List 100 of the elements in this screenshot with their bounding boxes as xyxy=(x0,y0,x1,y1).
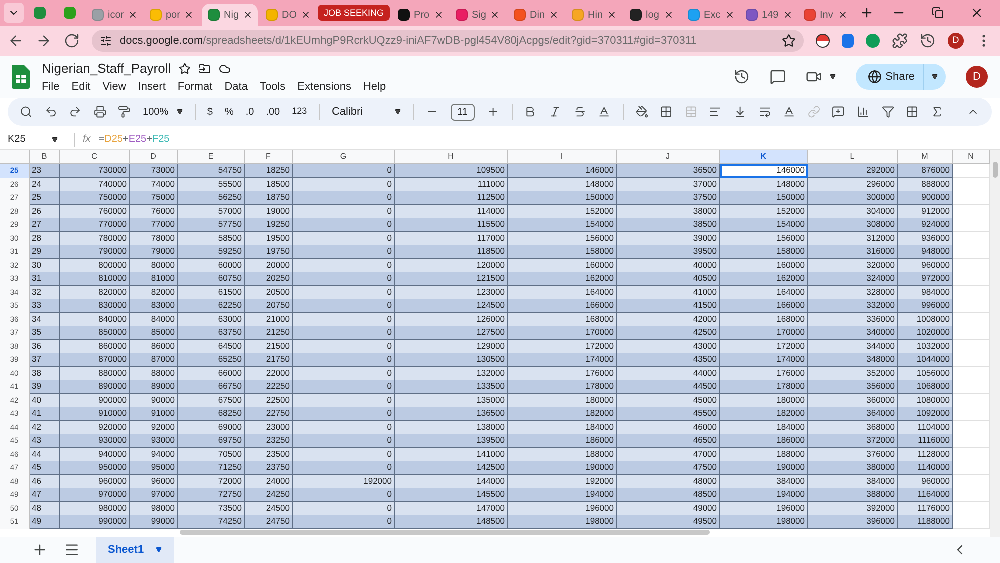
menu-item[interactable]: File xyxy=(42,78,60,95)
close-icon[interactable] xyxy=(724,10,735,20)
browser-tab[interactable]: Exc xyxy=(682,4,738,26)
all-sheets-icon[interactable] xyxy=(64,542,80,558)
paint-format-icon[interactable] xyxy=(118,104,132,120)
menu-item[interactable]: View xyxy=(102,78,126,95)
currency-button[interactable]: $ xyxy=(207,104,213,120)
new-tab-icon[interactable] xyxy=(860,6,874,20)
table-cell: 380000 xyxy=(808,461,898,475)
zoom-dropdown[interactable]: 100% xyxy=(143,104,183,120)
sheet-tab[interactable]: Sheet1 xyxy=(96,537,174,563)
menu-item[interactable]: Data xyxy=(224,78,248,95)
table-cell: 85000 xyxy=(130,326,178,340)
browser-tab[interactable]: Nig xyxy=(202,4,258,26)
table-cell: 33 xyxy=(30,299,60,313)
close-icon[interactable] xyxy=(970,6,984,20)
table-icon[interactable] xyxy=(906,104,919,120)
version-history-icon[interactable] xyxy=(734,69,750,85)
close-icon[interactable] xyxy=(184,10,194,20)
browser-tab[interactable]: log xyxy=(624,4,680,26)
vertical-align-icon[interactable] xyxy=(734,104,747,120)
filter-icon[interactable] xyxy=(882,104,894,120)
browser-tab[interactable]: DO xyxy=(260,4,316,26)
close-icon[interactable] xyxy=(301,10,311,20)
close-icon[interactable] xyxy=(549,10,560,20)
formula-field[interactable]: =D25+E25+F25 xyxy=(98,132,1000,147)
name-box[interactable]: K25 xyxy=(0,132,66,147)
menu-item[interactable]: Tools xyxy=(260,78,286,95)
comment-icon[interactable] xyxy=(770,69,786,85)
column-header[interactable]: F xyxy=(245,150,293,163)
column-header[interactable]: I xyxy=(508,150,617,163)
forward-icon[interactable] xyxy=(36,33,52,49)
close-icon[interactable] xyxy=(838,10,848,20)
close-icon[interactable] xyxy=(434,10,444,20)
table-cell: 0 xyxy=(293,340,395,354)
spreadsheet-logo[interactable] xyxy=(12,65,30,89)
browser-tab[interactable]: Din xyxy=(508,4,564,26)
table-cell: 83000 xyxy=(130,299,178,313)
extensions-icon[interactable] xyxy=(892,33,908,49)
column-header[interactable]: G xyxy=(293,150,395,163)
menu-item[interactable]: Edit xyxy=(72,78,91,95)
fill-color-icon[interactable] xyxy=(636,104,648,120)
vertical-scrollbar[interactable] xyxy=(992,162,998,178)
close-icon[interactable] xyxy=(607,10,618,20)
horizontal-scrollbar[interactable] xyxy=(180,530,710,535)
extension-icon[interactable] xyxy=(816,34,830,48)
borders-icon[interactable] xyxy=(660,104,673,120)
increase-decimal-button[interactable]: .00 xyxy=(266,104,280,120)
search-icon[interactable] xyxy=(20,104,33,120)
column-header[interactable]: L xyxy=(808,150,898,163)
table-cell: 30 xyxy=(30,258,60,272)
font-size-field[interactable]: 11 xyxy=(450,104,475,120)
table-cell: 860000 xyxy=(60,340,130,354)
tab-group-label[interactable]: JOB SEEKING xyxy=(318,5,390,21)
browser-tab[interactable]: Inv xyxy=(798,4,854,26)
address-bar[interactable]: docs.google.com/spreadsheets/d/1kEUmhgP9RcrkUQzz9-iniAF7wDB-pgl454V80jAcpgs/edit?gid=370311#gid=370311 xyxy=(92,30,804,52)
column-header[interactable]: H xyxy=(395,150,508,163)
menu-item[interactable]: Insert xyxy=(138,78,166,95)
browser-tab[interactable]: Sig xyxy=(450,4,506,26)
close-icon[interactable] xyxy=(782,10,793,20)
close-icon[interactable] xyxy=(128,10,138,20)
column-header[interactable]: D xyxy=(130,150,178,163)
browser-tab[interactable]: 149 xyxy=(740,4,796,26)
profile-avatar[interactable]: D xyxy=(948,33,964,49)
number-format-button[interactable]: 123 xyxy=(292,105,308,119)
column-header[interactable]: M xyxy=(898,150,953,163)
restore-icon[interactable] xyxy=(932,7,944,19)
site-icon xyxy=(266,9,278,21)
browser-tab[interactable]: icor xyxy=(86,4,142,26)
comment-icon[interactable] xyxy=(832,104,845,120)
column-header[interactable]: E xyxy=(178,150,245,163)
back-icon[interactable] xyxy=(8,33,24,49)
chart-icon[interactable] xyxy=(857,104,870,120)
print-icon[interactable] xyxy=(94,104,106,120)
font-dropdown[interactable]: Calibri xyxy=(332,104,402,120)
menu-item[interactable]: Extensions xyxy=(298,78,352,95)
close-icon[interactable] xyxy=(490,10,500,20)
browser-tab[interactable]: por xyxy=(144,4,200,26)
close-icon[interactable] xyxy=(664,10,674,20)
table-cell: 21500 xyxy=(245,340,293,354)
decrease-decimal-button[interactable]: .0 xyxy=(246,104,254,120)
document-title[interactable]: Nigerian_Staff_Payroll xyxy=(42,59,172,78)
percent-button[interactable]: % xyxy=(224,104,234,120)
column-header[interactable]: K xyxy=(720,150,808,163)
caret-icon xyxy=(176,109,183,115)
menu-item[interactable]: Format xyxy=(178,78,213,95)
tab-search-button[interactable] xyxy=(4,3,24,23)
column-header[interactable]: B xyxy=(30,150,60,163)
reload-icon[interactable] xyxy=(64,33,80,49)
menu-item[interactable]: Help xyxy=(363,78,386,95)
history-icon[interactable] xyxy=(920,33,936,49)
account-avatar[interactable]: D xyxy=(966,66,988,88)
table-cell: 888000 xyxy=(898,178,953,192)
browser-tab[interactable]: Pro xyxy=(392,4,448,26)
table-cell: 152000 xyxy=(508,204,617,218)
add-sheet-icon[interactable] xyxy=(32,542,48,558)
caret-icon[interactable] xyxy=(830,74,836,80)
close-icon[interactable] xyxy=(243,10,254,20)
column-header[interactable]: C xyxy=(60,150,130,163)
browser-tab[interactable]: Hin xyxy=(566,4,622,26)
